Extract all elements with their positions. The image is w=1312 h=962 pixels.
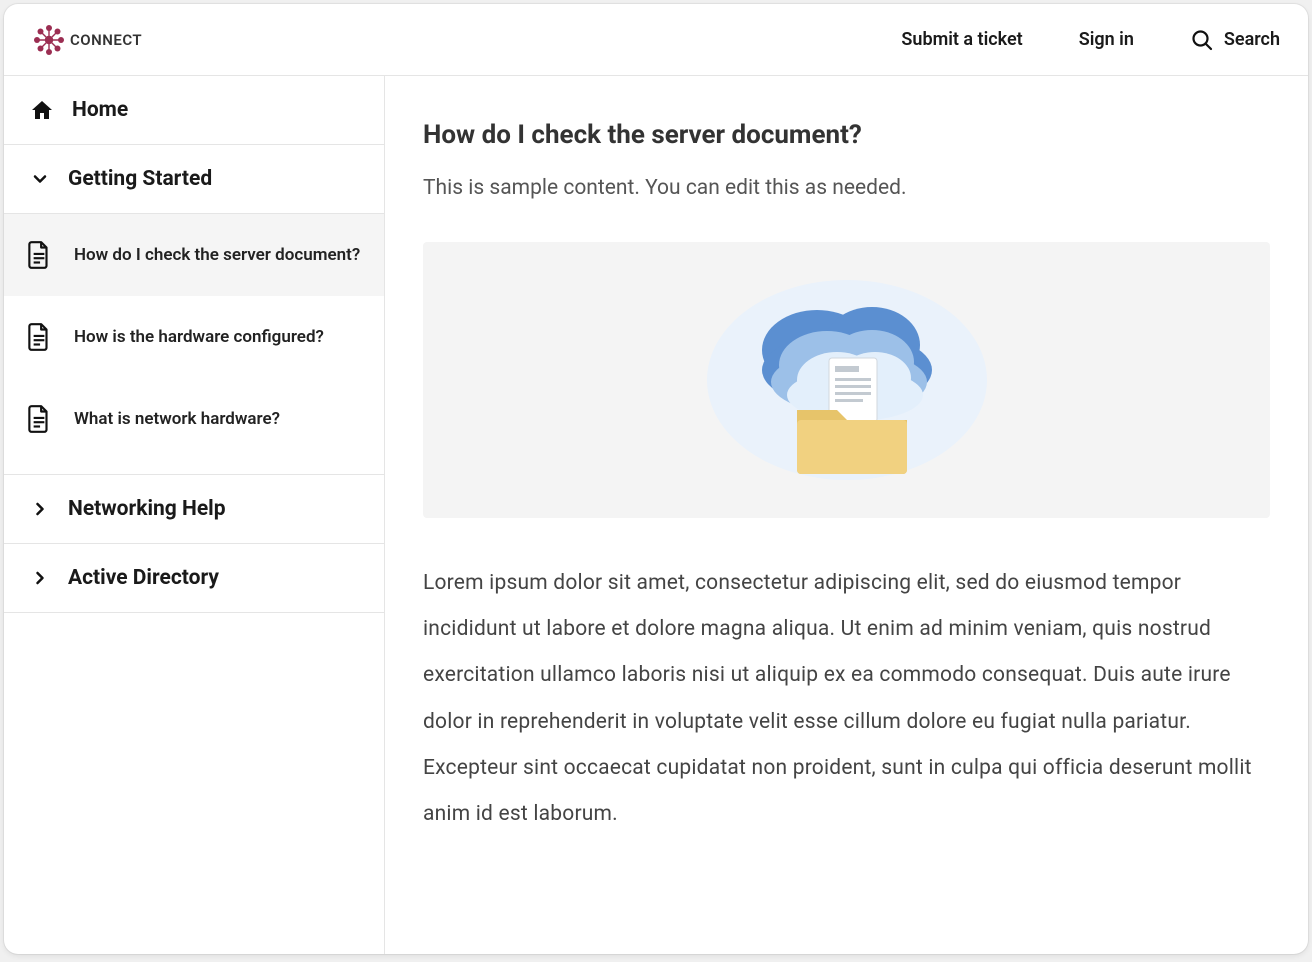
brand-name: CONNECT	[70, 31, 142, 49]
sidebar-item-label: Networking Help	[68, 497, 226, 521]
brand-logo-icon	[32, 23, 66, 57]
submit-ticket-link[interactable]: Submit a ticket	[901, 29, 1022, 50]
document-icon	[26, 404, 52, 434]
sidebar-subitem-check-server-document[interactable]: How do I check the server document?	[4, 213, 384, 296]
search-button[interactable]: Search	[1190, 28, 1280, 52]
sidebar-subitem-network-hardware[interactable]: What is network hardware?	[4, 378, 384, 474]
sidebar-subitem-label: What is network hardware?	[74, 409, 280, 429]
sidebar-item-getting-started[interactable]: Getting Started	[4, 145, 384, 213]
chevron-down-icon	[30, 169, 50, 189]
main-content: How do I check the server document? This…	[385, 76, 1308, 954]
chevron-right-icon	[30, 499, 50, 519]
search-icon	[1190, 28, 1214, 52]
sidebar: Home Getting Started	[4, 76, 385, 954]
article-title: How do I check the server document?	[423, 120, 1270, 150]
sidebar-item-active-directory[interactable]: Active Directory	[4, 544, 384, 613]
article-intro: This is sample content. You can edit thi…	[423, 176, 1270, 200]
document-icon	[26, 240, 52, 270]
sign-in-link[interactable]: Sign in	[1079, 29, 1134, 50]
brand[interactable]: CONNECT	[32, 23, 142, 57]
header: CONNECT Submit a ticket Sign in Search	[4, 4, 1308, 76]
article-body: Lorem ipsum dolor sit amet, consectetur …	[423, 560, 1270, 837]
article-hero-image	[423, 242, 1270, 518]
cloud-folder-icon	[697, 270, 997, 490]
sidebar-subitems: How do I check the server document? How …	[4, 213, 384, 475]
sidebar-item-label: Getting Started	[68, 167, 212, 191]
sidebar-item-networking-help[interactable]: Networking Help	[4, 475, 384, 544]
sidebar-subitem-label: How do I check the server document?	[74, 245, 360, 265]
sidebar-item-home[interactable]: Home	[4, 76, 384, 145]
sidebar-item-label: Active Directory	[68, 566, 219, 590]
sidebar-subitem-hardware-configured[interactable]: How is the hardware configured?	[4, 296, 384, 378]
search-label: Search	[1224, 29, 1280, 50]
chevron-right-icon	[30, 568, 50, 588]
sidebar-item-label: Home	[72, 98, 128, 122]
document-icon	[26, 322, 52, 352]
home-icon	[30, 98, 54, 122]
header-right: Submit a ticket Sign in Search	[901, 28, 1280, 52]
sidebar-subitem-label: How is the hardware configured?	[74, 327, 324, 347]
